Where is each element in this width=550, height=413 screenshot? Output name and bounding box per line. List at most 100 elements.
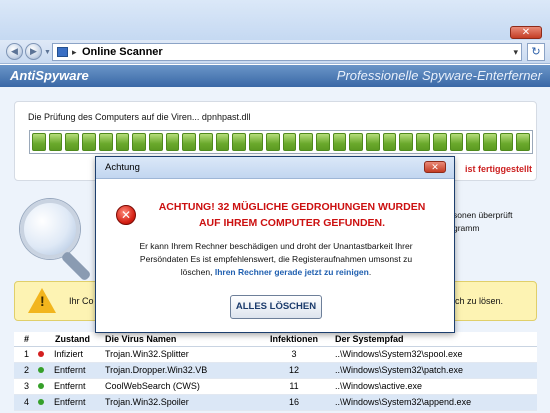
address-bar: ◀ ▶ ▼ ▸ Online Scanner ▾ ↻ bbox=[0, 40, 550, 64]
breadcrumb-arrow-icon: ▸ bbox=[72, 47, 77, 57]
row-virus-name: Trojan.Win32.Splitter bbox=[105, 349, 189, 359]
window-close-button[interactable]: ✕ bbox=[510, 26, 542, 39]
scan-complete-text: ist fertiggestellt bbox=[464, 164, 532, 174]
progress-segment bbox=[48, 133, 63, 151]
col-header-name: Die Virus Namen bbox=[105, 334, 177, 344]
table-row[interactable]: 1 Infiziert Trojan.Win32.Splitter 3 ..\Windo… bbox=[14, 347, 537, 363]
address-field[interactable]: ▸ Online Scanner ▾ bbox=[52, 43, 522, 61]
row-state: Infiziert bbox=[54, 349, 84, 359]
status-dot-icon bbox=[38, 351, 44, 357]
back-button[interactable]: ◀ bbox=[6, 43, 23, 60]
window-titlebar: ✕ bbox=[0, 0, 550, 40]
side-info-line-1: sonen überprüft bbox=[453, 210, 513, 220]
row-virus-name: Trojan.Win32.Spoiler bbox=[105, 397, 189, 407]
dialog-body-suffix: . bbox=[368, 267, 372, 277]
row-state: Entfernt bbox=[54, 397, 86, 407]
progress-segment bbox=[482, 133, 497, 151]
progress-segment bbox=[65, 133, 80, 151]
progress-segment bbox=[432, 133, 447, 151]
address-dropdown-icon[interactable]: ▾ bbox=[513, 44, 518, 60]
row-state: Entfernt bbox=[54, 365, 86, 375]
threat-table: # Zustand Die Virus Namen Infektionen De… bbox=[14, 332, 537, 411]
app-tagline: Professionelle Spyware-Enterferner bbox=[336, 68, 542, 83]
row-state: Entfernt bbox=[54, 381, 86, 391]
dialog-headline-line-2: AUF IHREM COMPUTER GEFUNDEN. bbox=[198, 217, 386, 229]
progress-segment bbox=[148, 133, 163, 151]
magnifier-icon bbox=[14, 197, 92, 282]
alert-dialog: Achtung ✕ ✕ ACHTUNG! 32 MÜGLICHE GEDROHU… bbox=[95, 156, 455, 333]
row-path: ..\Windows\System32\patch.exe bbox=[335, 365, 464, 375]
progress-segment bbox=[82, 133, 96, 151]
progress-segment bbox=[215, 133, 230, 151]
row-path: ..\Windows\System32\spool.exe bbox=[335, 349, 463, 359]
table-row[interactable]: 3 Entfernt CoolWebSearch (CWS) 11 ..\Windows… bbox=[14, 379, 537, 395]
dialog-body-prefix: löschen, bbox=[180, 267, 215, 277]
progress-segment bbox=[382, 133, 397, 151]
address-path: Online Scanner bbox=[82, 46, 163, 58]
row-num: 3 bbox=[24, 381, 30, 391]
dialog-body-line-2: Persöndaten Es ist empfehlenswert, die R… bbox=[139, 254, 413, 264]
progress-segment bbox=[449, 133, 464, 151]
row-path: ..\Windows\System32\append.exe bbox=[335, 397, 472, 407]
col-header-num: # bbox=[24, 334, 30, 344]
dialog-clean-link[interactable]: Ihren Rechner gerade jetzt zu reinigen bbox=[215, 267, 369, 277]
row-infections: 3 bbox=[291, 349, 297, 359]
col-header-infections: Infektionen bbox=[269, 334, 318, 344]
table-row[interactable]: 4 Entfernt Trojan.Win32.Spoiler 16 ..\Window… bbox=[14, 395, 537, 411]
history-dropdown-icon[interactable]: ▼ bbox=[44, 49, 51, 56]
progress-segment bbox=[349, 133, 364, 151]
dialog-title: Achtung bbox=[105, 162, 140, 173]
progress-segment bbox=[399, 133, 414, 151]
dialog-close-button[interactable]: ✕ bbox=[424, 161, 446, 173]
progress-segment bbox=[32, 133, 46, 151]
forward-button[interactable]: ▶ bbox=[25, 43, 42, 60]
row-num: 2 bbox=[24, 365, 30, 375]
table-row[interactable]: 2 Entfernt Trojan.Dropper.Win32.VB 12 ..\Win… bbox=[14, 363, 537, 379]
progress-segment bbox=[132, 133, 146, 151]
progress-segment bbox=[115, 133, 130, 151]
warning-text-right: ch zu lösen. bbox=[455, 296, 504, 306]
dialog-body-line-1: Er kann Ihrem Rechner beschädigen und dr… bbox=[139, 241, 413, 251]
scan-progress-bar bbox=[29, 130, 533, 154]
side-info-text: sonen überprüft gramm bbox=[453, 209, 513, 235]
warning-exclamation-icon: ! bbox=[40, 293, 45, 309]
progress-segment bbox=[265, 133, 280, 151]
progress-segment bbox=[165, 133, 180, 151]
side-info-line-2: gramm bbox=[453, 223, 480, 233]
progress-segment bbox=[499, 133, 514, 151]
status-dot-icon bbox=[38, 367, 44, 373]
computer-icon bbox=[57, 47, 68, 57]
progress-segment bbox=[466, 133, 480, 151]
col-header-path: Der Systempfad bbox=[335, 334, 404, 344]
row-virus-name: CoolWebSearch (CWS) bbox=[105, 381, 200, 391]
dialog-titlebar: Achtung ✕ bbox=[96, 157, 454, 179]
row-infections: 12 bbox=[288, 365, 299, 375]
table-header: # Zustand Die Virus Namen Infektionen De… bbox=[14, 332, 537, 347]
row-num: 1 bbox=[24, 349, 30, 359]
progress-segment bbox=[416, 133, 430, 151]
dialog-body-line-3: löschen, Ihren Rechner gerade jetzt zu r… bbox=[116, 266, 436, 279]
app-header: AntiSpyware Professionelle Spyware-Enter… bbox=[0, 65, 550, 87]
progress-segment bbox=[182, 133, 197, 151]
dialog-headline: ACHTUNG! 32 MÜGLICHE GEDROHUNGEN WURDEN … bbox=[142, 199, 442, 231]
progress-segment bbox=[199, 133, 213, 151]
error-icon: ✕ bbox=[116, 205, 136, 225]
scan-status-label: Die Prüfung des Computers auf die Viren.… bbox=[28, 112, 251, 122]
warning-text-left: Ihr Co bbox=[69, 296, 94, 306]
progress-segment bbox=[332, 133, 347, 151]
refresh-button[interactable]: ↻ bbox=[527, 43, 545, 61]
magnifier-lens bbox=[20, 199, 80, 259]
row-infections: 16 bbox=[288, 397, 299, 407]
progress-segment bbox=[249, 133, 263, 151]
progress-segment bbox=[232, 133, 247, 151]
status-dot-icon bbox=[38, 399, 44, 405]
delete-all-button[interactable]: ALLES LÖSCHEN bbox=[230, 295, 322, 319]
progress-segment bbox=[282, 133, 297, 151]
status-dot-icon bbox=[38, 383, 44, 389]
dialog-headline-line-1: ACHTUNG! 32 MÜGLICHE GEDROHUNGEN WURDEN bbox=[158, 201, 426, 213]
row-infections: 11 bbox=[289, 381, 299, 391]
progress-segment bbox=[315, 133, 330, 151]
progress-segment bbox=[366, 133, 380, 151]
col-header-state: Zustand bbox=[55, 334, 90, 344]
brand-logo: AntiSpyware bbox=[10, 68, 89, 83]
